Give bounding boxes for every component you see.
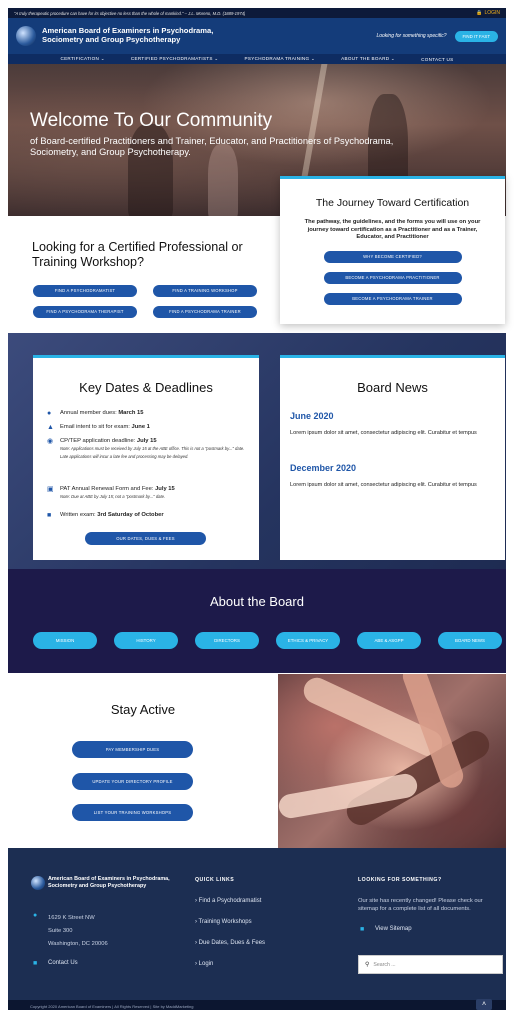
become-trainer-button[interactable]: BECOME A PSYCHODRAMA TRAINER	[323, 292, 462, 305]
key-date-note: Note: Due at ABE by July 15; not a "post…	[60, 494, 166, 499]
lock-icon: 🔒	[476, 10, 483, 16]
find-therapist-button[interactable]: FIND A PSYCHODRAMA THERAPIST	[33, 306, 137, 318]
form-icon: ▣	[47, 486, 54, 493]
key-date-label: PAT Annual Renewal Form and Fee:	[60, 486, 156, 492]
site-header: American Board of Examiners in Psychodra…	[8, 18, 506, 54]
nav-item-psychodrama-training[interactable]: PSYCHODRAMA TRAINING ⌄	[245, 56, 316, 62]
find-it-fast-button[interactable]: FIND IT FAST	[454, 30, 498, 42]
find-psychodramatist-button[interactable]: FIND A PSYCHODRAMATIST	[33, 285, 137, 297]
nav-item-certification[interactable]: CERTIFICATION ⌄	[60, 56, 104, 62]
key-date-label: Email intent to sit for exam:	[60, 424, 132, 430]
key-date-item: ■ Written exam: 3rd Saturday of October	[47, 511, 164, 519]
key-date-note: Note: Applications must be received by J…	[60, 446, 245, 459]
key-date-item: ◉ CP/TEP application deadline: July 15 N…	[47, 437, 252, 461]
nav-item-contact-us[interactable]: CONTACT US	[421, 57, 453, 62]
directors-button[interactable]: DIRECTORS	[195, 632, 259, 649]
footer-address: 1629 K Street NW Suite 300 Washington, D…	[48, 912, 108, 951]
view-sitemap-link[interactable]: View Sitemap	[375, 926, 412, 932]
login-link[interactable]: 🔒 LOGIN	[476, 10, 500, 16]
news-body: Lorem ipsum dolor sit amet, consectetur …	[290, 482, 477, 488]
globe-logo-icon	[31, 876, 45, 890]
book-icon: ■	[33, 960, 38, 967]
journey-card: The Journey Toward Certification The pat…	[280, 176, 505, 324]
key-date-value: March 15	[118, 410, 144, 416]
key-date-value: June 1	[131, 424, 150, 430]
find-trainer-button[interactable]: FIND A PSYCHODRAMA TRAINER	[153, 306, 257, 318]
main-nav: CERTIFICATION ⌄ CERTIFIED PSYCHODRAMATIS…	[8, 54, 506, 64]
looking-title: Looking for a Certified Professional or …	[32, 240, 243, 269]
stay-active-panel	[8, 674, 278, 848]
journey-text: The pathway, the guidelines, and the for…	[304, 219, 481, 241]
globe-logo-icon[interactable]	[16, 26, 36, 46]
search-icon: ⚲	[365, 962, 370, 968]
sitemap-icon: ■	[360, 926, 365, 933]
copyright-text: Copyright 2020 American Board of Examine…	[30, 1004, 194, 1009]
map-pin-icon: ●	[33, 912, 38, 919]
footer-org-name: American Board of Examiners in Psychodra…	[48, 876, 170, 889]
search-input[interactable]: ⚲ Search ...	[358, 955, 503, 974]
key-date-label: Written exam:	[60, 512, 98, 518]
dates-dues-fees-button[interactable]: OUR DATES, DUES & FEES	[85, 532, 206, 545]
news-heading[interactable]: June 2020	[290, 411, 334, 421]
address-line: Suite 300	[48, 928, 73, 934]
looking-for-something-title: LOOKING FOR SOMETHING?	[358, 877, 442, 883]
quick-links-title: QUICK LINKS	[195, 877, 235, 883]
login-label: LOGIN	[484, 10, 500, 16]
ethics-privacy-button[interactable]: ETHICS & PRIVACY	[276, 632, 340, 649]
key-date-label: Annual member dues:	[60, 410, 119, 416]
key-date-value: July 15	[136, 438, 157, 444]
list-workshops-button[interactable]: LIST YOUR TRAINING WORKSHOPS	[72, 804, 193, 821]
address-line: 1629 K Street NW	[48, 915, 95, 921]
key-date-value: 3rd Saturday of October	[97, 512, 164, 518]
abe-asgpp-button[interactable]: ABE & ASGPP	[357, 632, 421, 649]
joined-hands-image	[278, 674, 506, 848]
about-board-title: About the Board	[210, 594, 304, 609]
find-training-workshop-button[interactable]: FIND A TRAINING WORKSHOP	[153, 285, 257, 297]
why-become-certified-button[interactable]: WHY BECOME CERTIFIED?	[323, 250, 462, 263]
quick-link[interactable]: › Training Workshops	[195, 919, 252, 925]
key-date-label: CP/TEP application deadline:	[60, 438, 137, 444]
board-news-card: Board News	[280, 355, 505, 560]
quick-link[interactable]: › Find a Psychodramatist	[195, 898, 261, 904]
update-profile-button[interactable]: UPDATE YOUR DIRECTORY PROFILE	[72, 773, 193, 790]
address-line: Washington, DC 20006	[48, 941, 108, 947]
key-date-item: ▲ Email intent to sit for exam: June 1	[47, 423, 150, 431]
contact-us-link[interactable]: Contact Us	[48, 960, 78, 966]
top-quote-bar: "A truly therapeutic procedure can have …	[8, 8, 506, 18]
header-cta-question: Looking for something specific?	[376, 33, 447, 39]
quick-link[interactable]: › Login	[195, 961, 213, 967]
search-placeholder: Search ...	[373, 961, 396, 968]
become-practitioner-button[interactable]: BECOME A PSYCHODRAMA PRACTITIONER	[323, 271, 462, 284]
hero-subtitle: of Board-certified Practitioners and Tra…	[30, 136, 394, 157]
chevron-up-icon[interactable]: ˄	[476, 999, 492, 1010]
key-date-item: ▣ PAT Annual Renewal Form and Fee: July …	[47, 485, 252, 501]
history-button[interactable]: HISTORY	[114, 632, 178, 649]
mission-button[interactable]: MISSION	[33, 632, 97, 649]
moreno-quote: "A truly therapeutic procedure can have …	[14, 10, 246, 16]
pay-dues-button[interactable]: PAY MEMBERSHIP DUES	[72, 741, 193, 758]
header-cta: Looking for something specific? FIND IT …	[376, 30, 498, 42]
looking-for-something-text: Our site has recently changed! Please ch…	[358, 898, 483, 912]
stay-active-title: Stay Active	[110, 702, 176, 717]
document-icon: ■	[47, 512, 52, 519]
bank-icon: ▲	[47, 424, 54, 431]
news-heading[interactable]: December 2020	[290, 463, 356, 473]
quick-link[interactable]: › Due Dates, Dues & Fees	[195, 940, 265, 946]
board-news-button[interactable]: BOARD NEWS	[438, 632, 502, 649]
nav-item-about-the-board[interactable]: ABOUT THE BOARD ⌄	[341, 56, 395, 62]
site-title[interactable]: American Board of Examiners in Psychodra…	[42, 27, 252, 44]
board-news-title: Board News	[357, 380, 428, 395]
key-date-item: ● Annual member dues: March 15	[47, 409, 143, 417]
hero-title: Welcome To Our Community	[30, 110, 273, 131]
clock-icon: ◉	[47, 438, 54, 445]
user-icon: ●	[47, 410, 52, 417]
key-dates-title: Key Dates & Deadlines	[79, 380, 213, 395]
news-body: Lorem ipsum dolor sit amet, consectetur …	[290, 430, 477, 436]
key-date-value: July 15	[155, 486, 175, 492]
about-board-section	[8, 569, 506, 673]
journey-title: The Journey Toward Certification	[315, 197, 470, 209]
nav-item-certified-psychodramatists[interactable]: CERTIFIED PSYCHODRAMATISTS ⌄	[131, 56, 219, 62]
